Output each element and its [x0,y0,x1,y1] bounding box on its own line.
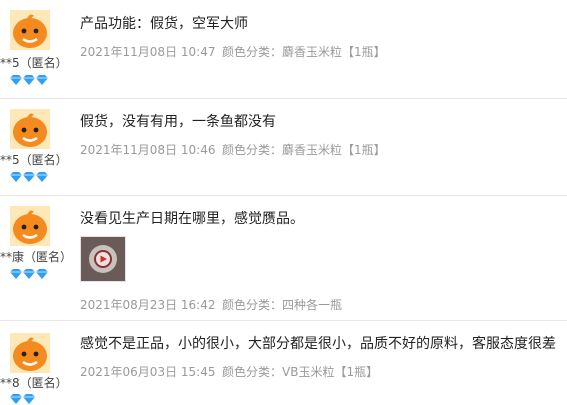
diamond-icon [10,269,22,279]
diamond-icon [23,394,35,404]
user-level [10,268,48,280]
review-date: 2021年08月23日 16:42 [80,298,216,312]
user-name: **5（匿名） [0,153,68,167]
review-content: 产品功能：假货，空军大师 [80,16,248,32]
diamond-icon [10,75,22,85]
review-date: 2021年11月08日 10:47 [80,45,216,59]
review-sku: 颜色分类：麝香玉米粒【1瓶】 [222,143,386,157]
review-sku: 颜色分类：四种各一瓶 [222,298,343,312]
diamond-icon [10,172,22,182]
review-sku: 颜色分类：VB玉米粒【1瓶】 [222,365,379,379]
user-level [10,171,48,183]
review-item: **康（匿名） 没看见生产日期在哪里，感觉赝品。 2021年08月23日 16:… [0,196,567,320]
user-level [10,74,48,86]
review-sku: 颜色分类：麝香玉米粒【1瓶】 [222,45,386,59]
avatar[interactable] [10,109,50,149]
avatar[interactable] [10,333,50,373]
user-name: **8（匿名） [0,376,68,390]
diamond-icon [23,172,35,182]
review-item: **5（匿名） 产品功能：假货，空军大师 2021年11月08日 10:47 颜… [0,0,567,98]
diamond-icon [10,394,22,404]
diamond-icon [23,75,35,85]
diamond-icon [36,75,48,85]
diamond-icon [23,269,35,279]
review-photo[interactable] [80,236,126,282]
user-name: **5（匿名） [0,56,68,70]
review-content: 假货，没有有用，一条鱼都没有 [80,114,276,130]
user-level [10,393,35,405]
user-name: **康（匿名） [0,250,73,264]
diamond-icon [36,172,48,182]
video-thumbnail-icon [81,237,125,281]
review-item: **5（匿名） 假货，没有有用，一条鱼都没有 2021年11月08日 10:46… [0,99,567,195]
review-list: **5（匿名） 产品功能：假货，空军大师 2021年11月08日 10:47 颜… [0,0,567,405]
avatar[interactable] [10,10,50,50]
review-content: 没看见生产日期在哪里，感觉赝品。 [80,211,304,227]
review-content: 感觉不是正品，小的很小，大部分都是很小，品质不好的原料，客服态度很差 [80,336,556,352]
diamond-icon [36,269,48,279]
review-date: 2021年11月08日 10:46 [80,143,216,157]
review-date: 2021年06月03日 15:45 [80,365,216,379]
avatar[interactable] [10,206,50,246]
review-item: **8（匿名） 感觉不是正品，小的很小，大部分都是很小，品质不好的原料，客服态度… [0,321,567,405]
